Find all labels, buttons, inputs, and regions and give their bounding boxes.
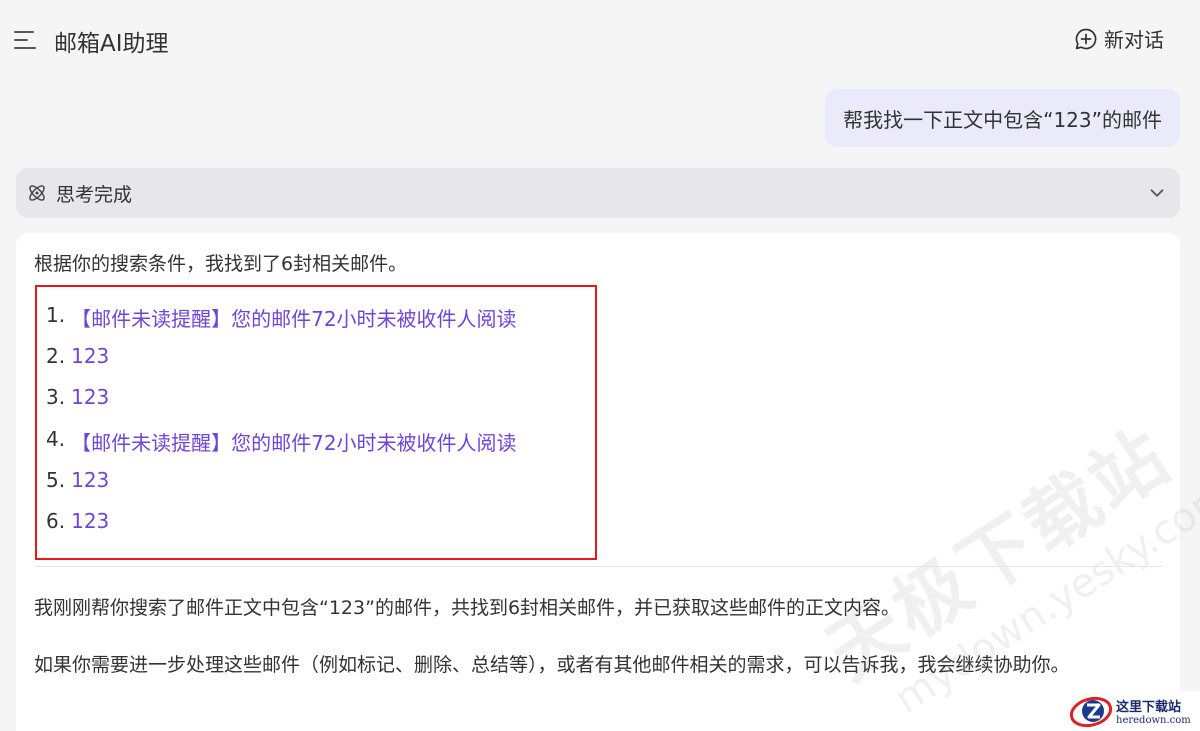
list-item: 6. 123 [46, 509, 517, 550]
email-link[interactable]: 123 [71, 344, 109, 368]
list-item: 4. 【邮件未读提醒】您的邮件72小时未被收件人阅读 [46, 427, 517, 468]
list-item-number: 4. [46, 426, 66, 451]
email-link[interactable]: 123 [71, 385, 109, 409]
list-item: 5. 123 [46, 468, 517, 509]
atom-icon [29, 185, 45, 201]
logo-text-cn: 这里下载站 [1116, 700, 1182, 715]
new-chat-label: 新对话 [1104, 28, 1164, 52]
email-link[interactable]: 【邮件未读提醒】您的邮件72小时未被收件人阅读 [71, 303, 516, 332]
list-item-number: 6. [46, 508, 66, 533]
email-link[interactable]: 123 [71, 468, 109, 492]
new-chat-button[interactable]: 新对话 [1074, 24, 1164, 53]
header: 邮箱AI助理 新对话 [0, 0, 1200, 80]
app-title: 邮箱AI助理 [54, 31, 169, 57]
answer-card: 天极下载站 mydown.yesky.com 根据你的搜索条件，我找到了6封相关… [16, 233, 1200, 731]
answer-summary: 我刚刚帮你搜索了邮件正文中包含“123”的邮件，共找到6封相关邮件，并已获取这些… [34, 597, 901, 619]
site-logo: 这里下载站 heredown.com [1066, 691, 1200, 731]
chevron-down-icon[interactable] [1146, 182, 1168, 204]
list-item-number: 3. [46, 385, 66, 410]
email-link[interactable]: 【邮件未读提醒】您的邮件72小时未被收件人阅读 [71, 427, 516, 456]
result-list: 1. 【邮件未读提醒】您的邮件72小时未被收件人阅读 2. 123 3. 123 4.… [46, 303, 517, 550]
thinking-status-bar[interactable]: 思考完成 [16, 168, 1180, 218]
list-item-number: 5. [46, 467, 66, 492]
answer-intro: 根据你的搜索条件，我找到了6封相关邮件。 [34, 253, 408, 275]
list-item: 2. 123 [46, 344, 517, 385]
watermark-en: mydown.yesky.com [886, 471, 1200, 723]
plus-chat-icon [1075, 28, 1097, 49]
z-logo-icon [1069, 696, 1113, 728]
list-item-number: 1. [46, 303, 66, 327]
list-item-number: 2. [46, 344, 66, 369]
menu-icon[interactable] [14, 30, 38, 50]
email-link[interactable]: 123 [71, 509, 109, 533]
logo-text-en: heredown.com [1116, 715, 1191, 726]
list-item: 3. 123 [46, 385, 517, 426]
divider [34, 566, 1162, 567]
list-item: 1. 【邮件未读提醒】您的邮件72小时未被收件人阅读 [46, 303, 517, 344]
thinking-label: 思考完成 [56, 183, 133, 206]
answer-followup: 如果你需要进一步处理这些邮件（例如标记、删除、总结等），或者有其他邮件相关的需求… [34, 654, 1070, 676]
user-message-bubble: 帮我找一下正文中包含“123”的邮件 [825, 89, 1180, 147]
